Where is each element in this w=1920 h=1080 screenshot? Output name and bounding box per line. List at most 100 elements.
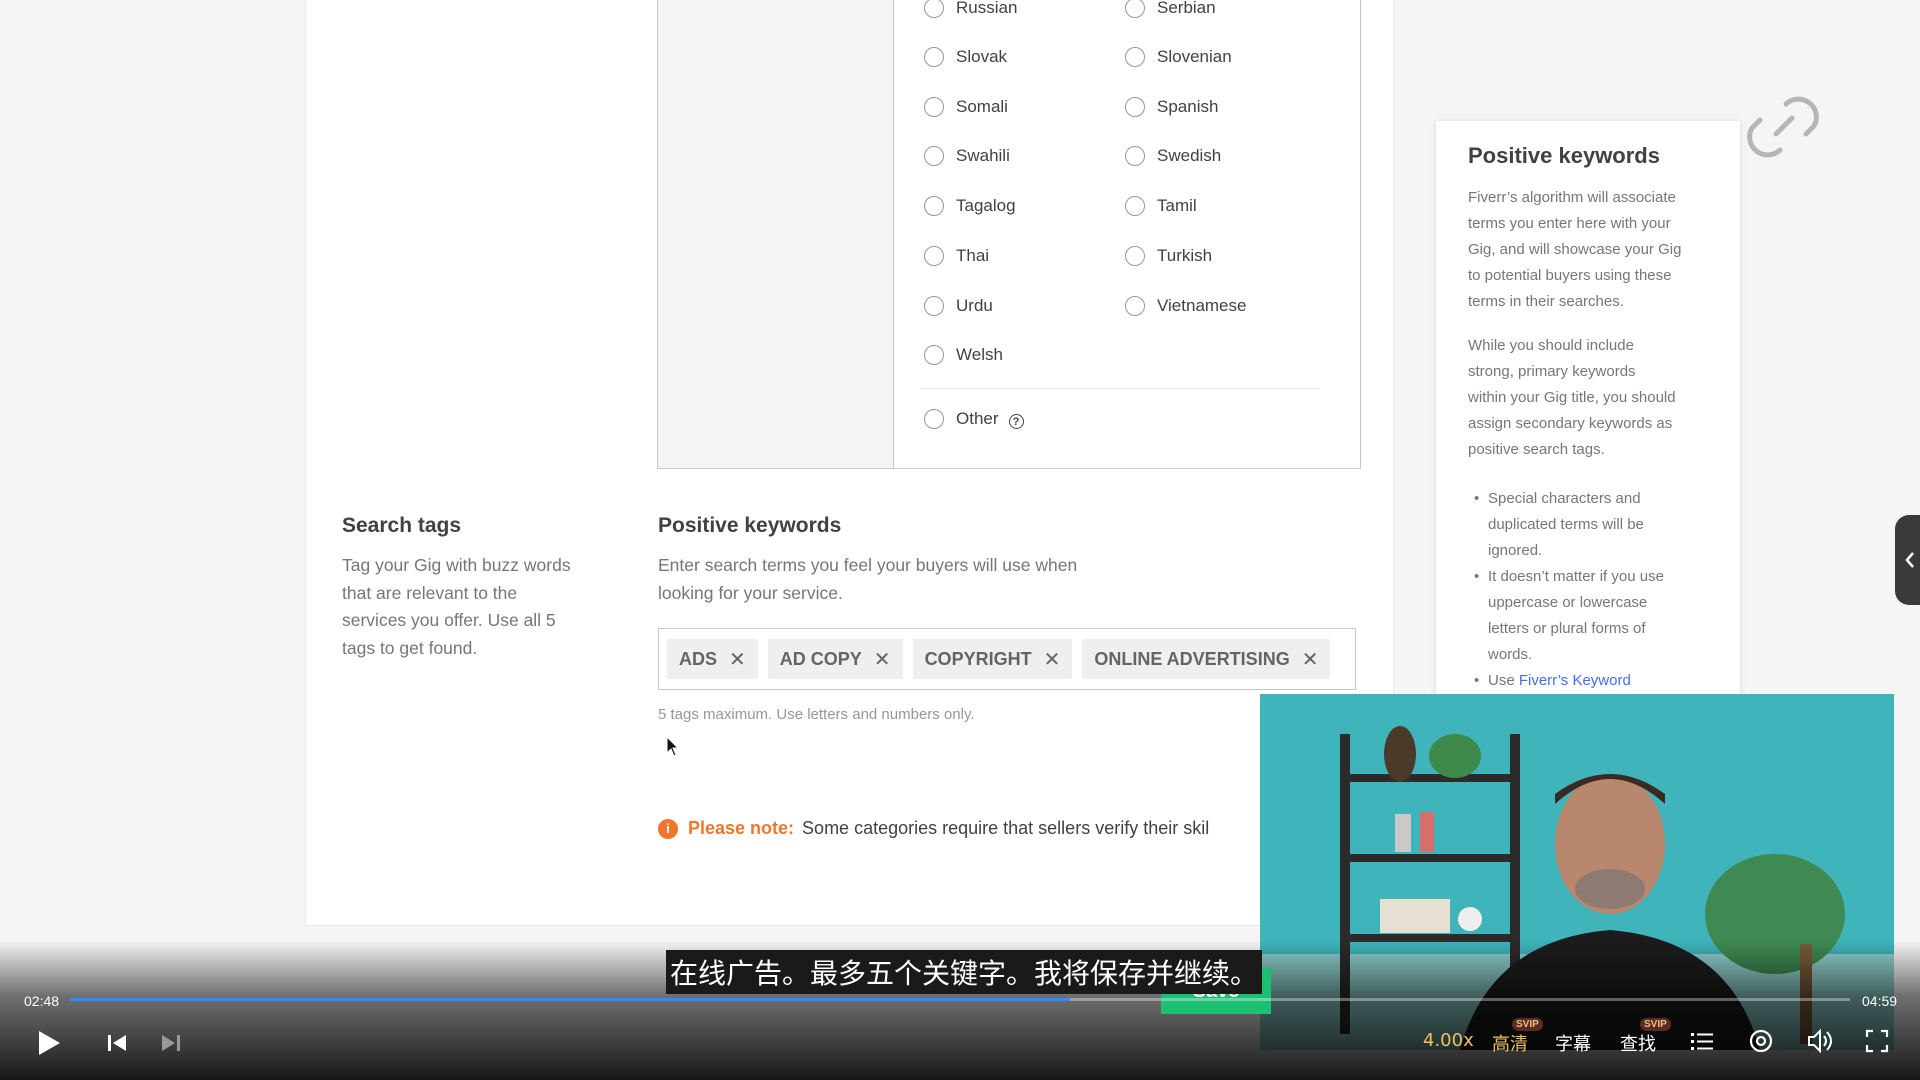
radio-button[interactable] [924, 409, 944, 429]
fullscreen-icon [1865, 1029, 1889, 1053]
language-option[interactable]: Swedish [1125, 142, 1221, 170]
tip-line: It doesn’t matter if you use [1488, 568, 1664, 585]
tip-line: terms in their searches. [1468, 293, 1624, 310]
radio-button[interactable] [1125, 196, 1145, 216]
radio-button[interactable] [924, 146, 944, 166]
progress-bar[interactable] [70, 998, 1850, 1001]
radio-button[interactable] [1125, 146, 1145, 166]
tip-line: ignored. [1488, 542, 1543, 559]
tip-line: positive search tags. [1468, 441, 1605, 458]
speed-button[interactable]: 4.00x [1423, 1030, 1474, 1051]
total-time: 04:59 [1862, 993, 1898, 1009]
radio-button[interactable] [1125, 296, 1145, 316]
radio-button[interactable] [924, 246, 944, 266]
help-icon[interactable]: ? [1008, 414, 1024, 429]
volume-icon [1808, 1028, 1832, 1054]
tip-line: terms you enter here with your [1468, 215, 1671, 232]
language-label: Tagalog [956, 196, 1016, 215]
radio-button[interactable] [924, 0, 944, 18]
desc-line: Tag your Gig with buzz words [342, 555, 571, 575]
language-option[interactable]: Serbian [1125, 0, 1216, 22]
playlist-button[interactable] [1688, 1027, 1716, 1055]
settings-button[interactable] [1747, 1027, 1775, 1055]
play-icon [39, 1031, 60, 1055]
language-option[interactable]: Slovak [924, 43, 1007, 71]
language-option[interactable]: Turkish [1125, 242, 1212, 270]
language-label: Swahili [956, 146, 1010, 165]
desc-line: looking for your service. [658, 582, 843, 603]
quality-button[interactable]: 高清 [1492, 1030, 1528, 1056]
tip-card: Positive keywords Fiverr’s algorithm wil… [1436, 121, 1740, 701]
language-option-other[interactable]: Other ? [924, 405, 1024, 433]
playlist-icon [1691, 1033, 1713, 1050]
keyword-tag: AD COPY ✕ [767, 639, 903, 679]
previous-button[interactable] [104, 1030, 130, 1056]
skip-next-icon [162, 1035, 180, 1051]
tip-line: to potential buyers using these [1468, 267, 1672, 284]
tip-line: Gig, and will showcase your Gig [1468, 241, 1682, 258]
tip-paragraph-1: Fiverr’s algorithm will associate terms … [1468, 185, 1713, 315]
tip-title: Positive keywords [1468, 143, 1660, 168]
language-option[interactable]: Welsh [924, 341, 1003, 369]
language-label: Tamil [1157, 196, 1197, 215]
close-icon[interactable]: ✕ [1302, 647, 1319, 672]
tip-paragraph-2: While you should include strong, primary… [1468, 333, 1713, 463]
search-button[interactable]: 查找 [1620, 1030, 1656, 1056]
radio-button[interactable] [1125, 0, 1145, 18]
close-icon[interactable]: ✕ [1044, 647, 1061, 672]
next-button[interactable] [158, 1030, 184, 1056]
radio-button[interactable] [924, 296, 944, 316]
close-icon[interactable]: ✕ [729, 647, 746, 672]
language-label: Thai [956, 246, 990, 265]
language-option[interactable]: Tagalog [924, 192, 1016, 220]
keyword-tag: COPYRIGHT ✕ [912, 639, 1073, 679]
progress-fill [70, 998, 1070, 1001]
language-option[interactable]: Spanish [1125, 93, 1218, 121]
radio-button[interactable] [924, 97, 944, 117]
search-tags-title: Search tags [342, 514, 462, 537]
language-option[interactable]: Russian [924, 0, 1017, 22]
tip-line: Use [1488, 672, 1519, 689]
radio-button[interactable] [1125, 97, 1145, 117]
radio-button[interactable] [1125, 47, 1145, 67]
language-label: Swedish [1157, 146, 1222, 165]
desc-line: Enter search terms you feel your buyers … [658, 555, 1078, 575]
volume-button[interactable] [1806, 1027, 1834, 1055]
language-label: Vietnamese [1157, 296, 1247, 315]
language-label: Slovak [956, 47, 1008, 66]
language-option[interactable]: Urdu [924, 292, 993, 320]
divider [920, 388, 1320, 389]
radio-button[interactable] [1125, 246, 1145, 266]
tip-bullet: It doesn’t matter if you use uppercase o… [1468, 564, 1718, 668]
keyword-tag-label: AD COPY [779, 648, 862, 669]
language-option[interactable]: Swahili [924, 142, 1010, 170]
keyword-tool-link[interactable]: Fiverr’s Keyword [1519, 672, 1631, 689]
current-time: 02:48 [24, 993, 60, 1009]
tip-bullet: Use Fiverr’s Keyword [1468, 668, 1718, 694]
fullscreen-button[interactable] [1863, 1027, 1891, 1055]
info-icon: i [658, 818, 678, 839]
language-option[interactable]: Vietnamese [1125, 292, 1246, 320]
keyword-tags-input[interactable]: ADS ✕ AD COPY ✕ COPYRIGHT ✕ ONLINE ADVERTISING… [658, 628, 1356, 690]
settings-icon [1749, 1029, 1773, 1053]
language-label: Other [956, 409, 999, 428]
captions-button[interactable]: 字幕 [1555, 1030, 1591, 1056]
language-option[interactable]: Tamil [1125, 192, 1197, 220]
cursor-icon [666, 736, 680, 757]
svip-badge: SVIP [1640, 1018, 1671, 1031]
keyword-tag: ONLINE ADVERTISING ✕ [1082, 639, 1331, 679]
tip-line: duplicated terms will be [1488, 516, 1644, 533]
sidebar-toggle[interactable] [1895, 515, 1920, 605]
radio-button[interactable] [924, 47, 944, 67]
desc-line: services you offer. Use all 5 [342, 610, 556, 630]
search-tags-description: Tag your Gig with buzz words that are re… [342, 552, 571, 662]
language-option[interactable]: Thai [924, 242, 989, 270]
radio-button[interactable] [924, 196, 944, 216]
radio-button[interactable] [924, 345, 944, 365]
close-icon[interactable]: ✕ [874, 647, 891, 672]
play-button[interactable] [32, 1026, 66, 1060]
link-icon [1747, 96, 1819, 158]
language-option[interactable]: Somali [924, 93, 1008, 121]
language-option[interactable]: Slovenian [1125, 43, 1232, 71]
tip-line: Fiverr’s algorithm will associate [1468, 189, 1676, 206]
